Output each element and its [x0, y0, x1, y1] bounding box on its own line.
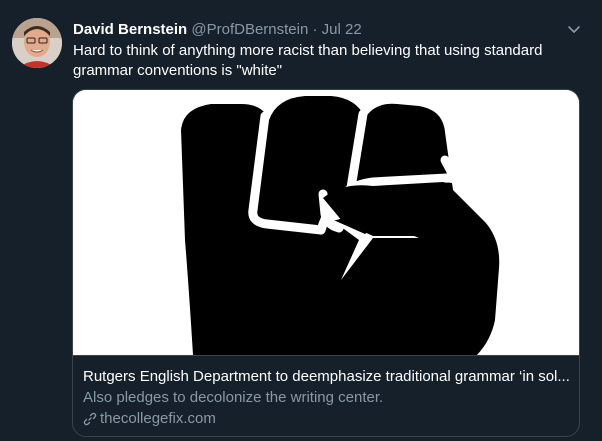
- chevron-down-icon[interactable]: [564, 20, 584, 40]
- tweet-date[interactable]: Jul 22: [322, 21, 362, 38]
- separator-dot: ·: [312, 21, 318, 38]
- card-info[interactable]: Rutgers English Department to deemphasiz…: [73, 355, 579, 436]
- tweet[interactable]: David Bernstein @ProfDBernstein · Jul 22…: [0, 0, 602, 441]
- raised-fist-image: [73, 90, 579, 355]
- avatar[interactable]: [12, 18, 62, 68]
- card-image[interactable]: [73, 90, 579, 355]
- tweet-text: Hard to think of anything more racist th…: [73, 42, 543, 79]
- tweet-header: David Bernstein @ProfDBernstein · Jul 22: [73, 20, 572, 40]
- card-description: Also pledges to decolonize the writing c…: [83, 389, 384, 406]
- avatar-photo: [12, 18, 62, 68]
- link-card[interactable]: Rutgers English Department to deemphasiz…: [72, 89, 580, 437]
- card-domain-row[interactable]: thecollegefix.com: [83, 409, 216, 429]
- link-icon: [83, 412, 97, 426]
- author-handle[interactable]: @ProfDBernstein: [191, 21, 308, 38]
- author-name[interactable]: David Bernstein: [73, 21, 187, 38]
- card-domain: thecollegefix.com: [100, 410, 216, 427]
- card-title[interactable]: Rutgers English Department to deemphasiz…: [83, 367, 571, 387]
